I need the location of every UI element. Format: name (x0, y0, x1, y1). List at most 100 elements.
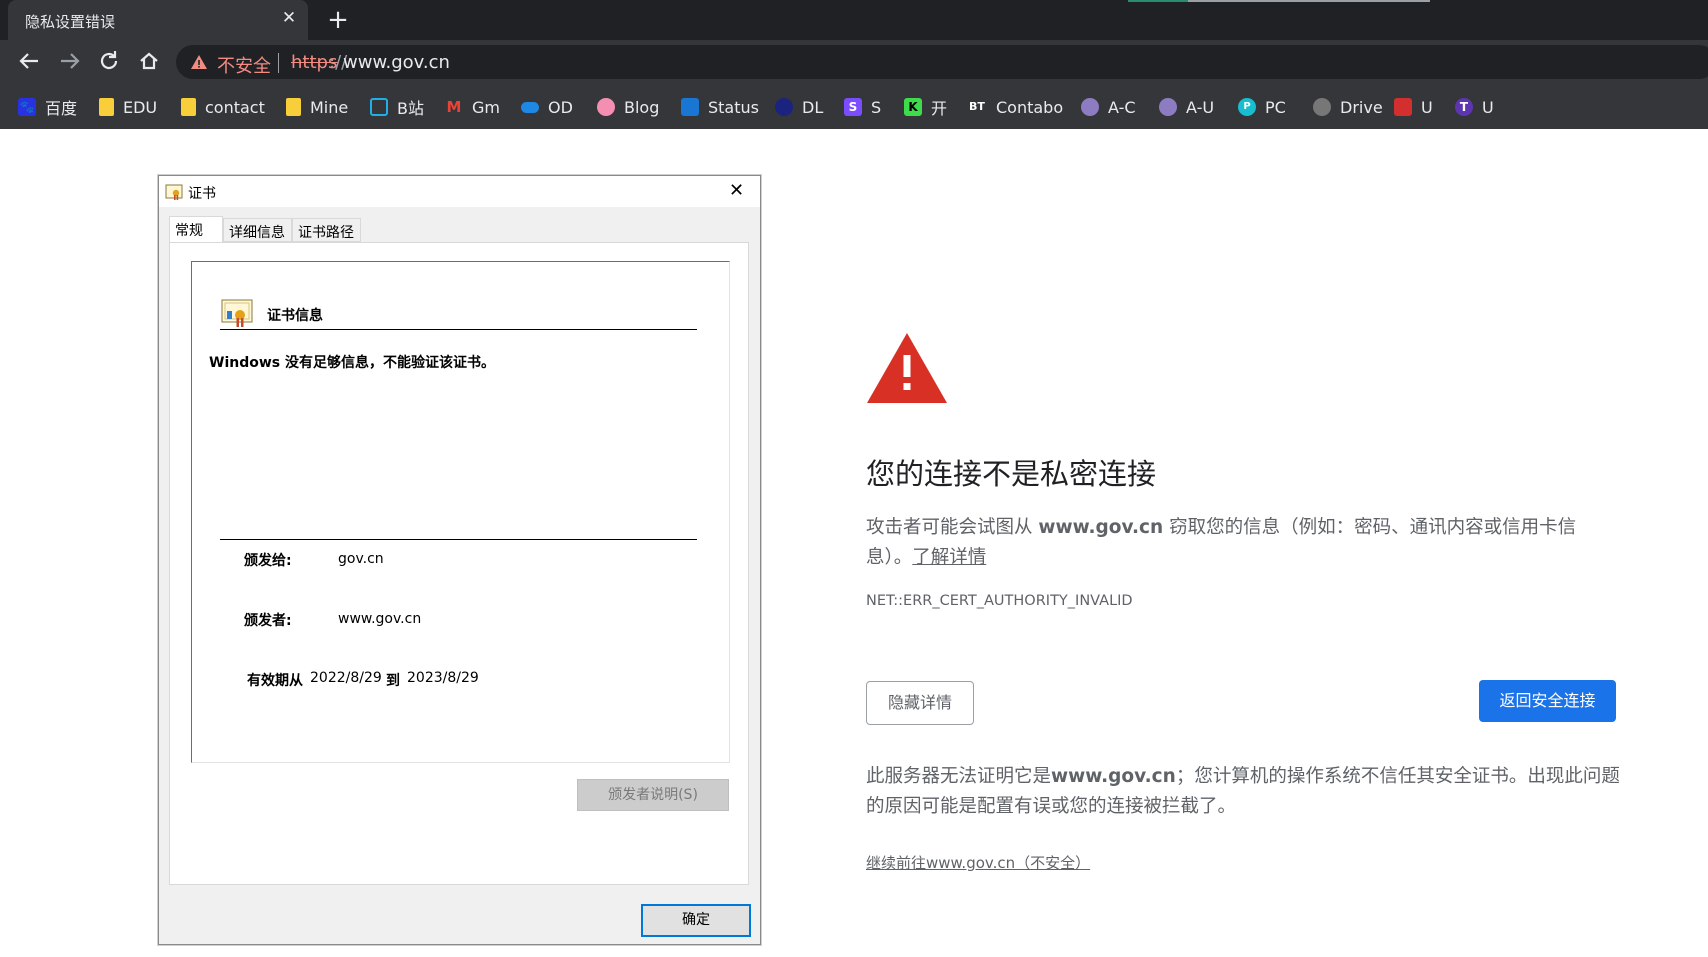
globe-icon (1313, 98, 1331, 116)
pcloud-icon: P (1238, 98, 1256, 116)
tab-details[interactable]: 详细信息 (223, 218, 292, 242)
bookmark-gmail[interactable]: M Gm (445, 96, 500, 118)
valid-from: 2022/8/29 (310, 670, 382, 686)
active-tab[interactable]: 隐私设置错误 ✕ (8, 0, 308, 40)
bookmark-onedrive[interactable]: OD (521, 96, 573, 118)
bookmark-pc[interactable]: P PC (1238, 96, 1286, 118)
desc-host: www.gov.cn (1038, 517, 1164, 538)
toolbar: 不安全 https :// www.gov.cn (0, 40, 1708, 86)
bookmark-u1[interactable]: U (1394, 96, 1433, 118)
valid-to: 2023/8/29 (407, 670, 479, 686)
folder-icon (181, 98, 196, 116)
box-icon (1394, 98, 1412, 116)
not-secure-icon[interactable] (190, 53, 208, 75)
issuer-statement-button[interactable]: 颁发者说明(S) (577, 779, 729, 811)
certificate-icon (221, 299, 253, 327)
detail-host: www.gov.cn (1051, 766, 1176, 787)
bookmark-label: U (1421, 97, 1433, 117)
bookmark-contabo[interactable]: BT Contabo (967, 96, 1063, 118)
bookmarks-bar: 🐾 百度 EDU contact Mine B站 M Gm OD Blog St… (0, 86, 1708, 129)
bookmark-a-u[interactable]: A-U (1159, 96, 1214, 118)
bookmark-label: EDU (123, 97, 158, 117)
k-icon: K (904, 98, 922, 116)
back-to-safety-button[interactable]: 返回安全连接 (1479, 680, 1616, 722)
bookmark-label: OD (548, 97, 573, 117)
page-description: 攻击者可能会试图从 www.gov.cn 窃取您的信息（例如：密码、通讯内容或信… (866, 513, 1586, 573)
tooth-icon (1081, 98, 1099, 116)
close-icon[interactable]: ✕ (729, 180, 744, 201)
home-icon[interactable] (134, 46, 164, 76)
bookmark-contact[interactable]: contact (181, 96, 265, 118)
page-heading: 您的连接不是私密连接 (866, 457, 1157, 491)
bookmark-label: PC (1265, 97, 1286, 117)
general-panel: 证书信息 Windows 没有足够信息，不能验证该证书。 颁发给: gov.cn… (169, 242, 749, 885)
separator (278, 53, 279, 73)
bookmark-label: Status (708, 97, 759, 117)
reload-icon[interactable] (94, 46, 124, 76)
details-text: 此服务器无法证明它是www.gov.cn；您计算机的操作系统不信任其安全证书。出… (866, 762, 1626, 822)
certificate-dialog: 证书 ✕ 常规 详细信息 证书路径 证书信息 Windows 没有足够信息，不能… (158, 175, 761, 945)
ok-button[interactable]: 确定 (641, 904, 751, 937)
issued-by-label: 颁发者: (244, 613, 292, 629)
divider (220, 539, 697, 540)
bookmark-label: B站 (397, 99, 424, 118)
tab-indicator (1188, 0, 1430, 2)
hide-details-button[interactable]: 隐藏详情 (866, 681, 974, 725)
info-title: 证书信息 (267, 308, 323, 324)
bookmark-drive[interactable]: Drive (1313, 96, 1383, 118)
proceed-link[interactable]: 继续前往www.gov.cn（不安全） (866, 852, 1090, 873)
bookmark-a-c[interactable]: A-C (1081, 96, 1136, 118)
back-icon[interactable] (14, 46, 44, 76)
bookmark-label: 开 (931, 99, 948, 118)
detail-text: 此服务器无法证明它是 (866, 766, 1052, 787)
bookmark-dl[interactable]: DL (775, 96, 823, 118)
bookmark-blog[interactable]: Blog (597, 96, 659, 118)
bookmark-label: A-C (1108, 97, 1136, 117)
validity-label: 有效期从 (247, 673, 303, 689)
bookmark-label: DL (802, 97, 824, 117)
tab-strip: 隐私设置错误 ✕ + (0, 0, 1708, 40)
error-code: NET::ERR_CERT_AUTHORITY_INVALID (866, 593, 1133, 609)
bookmark-u2[interactable]: T U (1455, 96, 1494, 118)
tab-close-icon[interactable]: ✕ (278, 7, 300, 29)
bookmark-bilibili[interactable]: B站 (370, 96, 424, 118)
bookmark-s[interactable]: S S (844, 96, 881, 118)
onedrive-icon (521, 101, 539, 113)
bookmark-label: Contabo (996, 97, 1064, 117)
folder-icon (99, 98, 114, 116)
forward-icon[interactable] (55, 46, 85, 76)
status-icon (681, 98, 699, 116)
t-icon: T (1455, 98, 1473, 116)
bookmark-edu[interactable]: EDU (99, 96, 157, 118)
bilibili-icon (370, 98, 388, 116)
bookmark-baidu[interactable]: 🐾 百度 (18, 96, 77, 118)
not-secure-label[interactable]: 不安全 (217, 52, 271, 78)
gmail-icon: M (446, 98, 462, 116)
issued-to-value: gov.cn (338, 551, 384, 567)
bookmark-status[interactable]: Status (681, 96, 759, 118)
bookmark-label: Gm (472, 97, 500, 117)
validity-to-label: 到 (386, 673, 400, 689)
dialog-titlebar[interactable]: 证书 ✕ (159, 176, 760, 207)
bookmark-label: U (1482, 97, 1494, 117)
bt-icon: BT (969, 100, 985, 113)
tooth-icon (1159, 98, 1177, 116)
desc-text: 攻击者可能会试图从 (866, 517, 1039, 538)
bookmark-mine[interactable]: Mine (286, 96, 348, 118)
bookmark-label: S (871, 97, 882, 117)
address-bar[interactable]: 不安全 https :// www.gov.cn (176, 45, 1708, 79)
issued-by-value: www.gov.cn (338, 611, 422, 627)
tab-general[interactable]: 常规 (169, 216, 223, 242)
url-host: www.gov.cn (343, 52, 450, 73)
bookmark-k[interactable]: K 开 (904, 96, 947, 118)
flower-icon (597, 98, 615, 116)
s-icon: S (844, 98, 862, 116)
learn-more-link[interactable]: 了解详情 (912, 547, 986, 568)
new-tab-button[interactable]: + (325, 5, 351, 35)
bookmark-label: contact (205, 97, 265, 117)
dialog-title: 证书 (188, 186, 216, 202)
bookmark-label: 百度 (45, 99, 78, 118)
warning-icon (867, 333, 947, 403)
tab-cert-path[interactable]: 证书路径 (292, 218, 361, 242)
bookmark-label: Blog (624, 97, 660, 117)
